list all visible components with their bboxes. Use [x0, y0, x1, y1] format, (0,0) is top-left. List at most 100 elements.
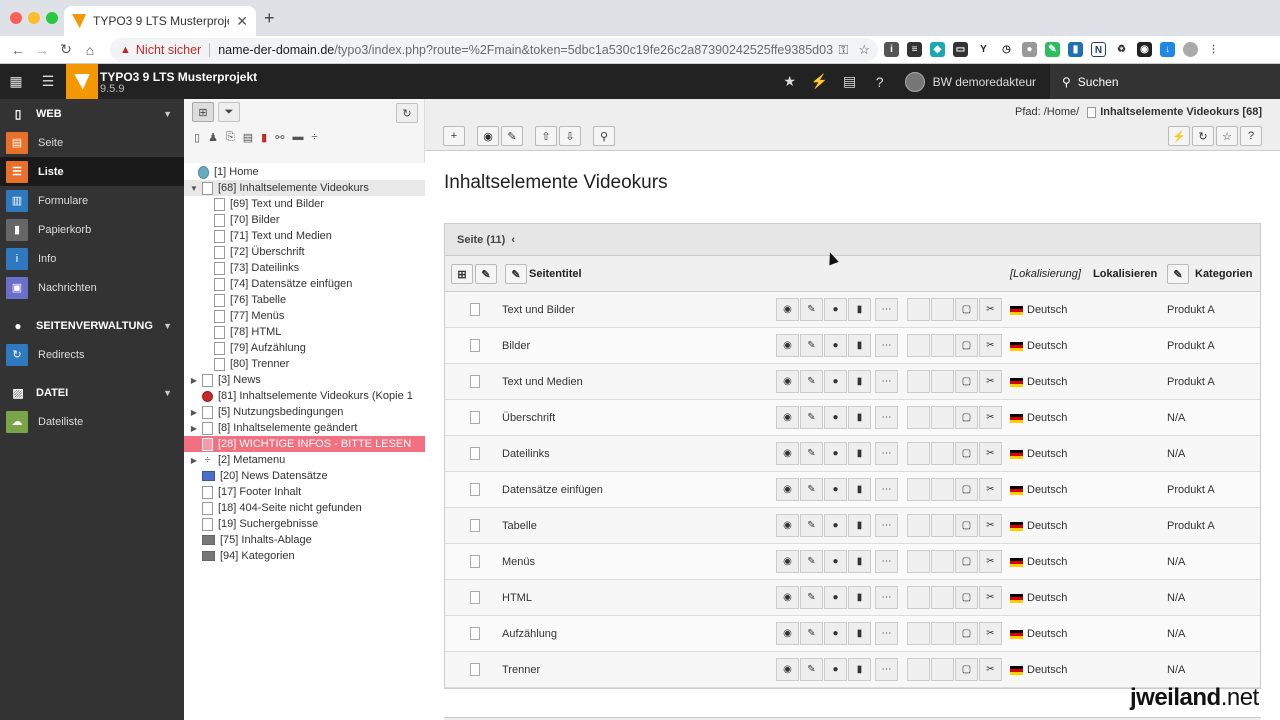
- cut-icon[interactable]: ✂: [979, 586, 1002, 609]
- clipboard-icon[interactable]: ▢: [955, 622, 978, 645]
- sep-page-icon[interactable]: ÷: [202, 454, 213, 467]
- tree-node[interactable]: [69] Text und Bilder: [184, 196, 425, 212]
- edit-icon[interactable]: ✎: [800, 298, 823, 321]
- view-icon[interactable]: ◉: [776, 334, 799, 357]
- edit-icon[interactable]: ✎: [800, 478, 823, 501]
- module-group-web[interactable]: ▯ WEB ▼: [0, 99, 184, 128]
- user-menu[interactable]: BW demoredakteur: [895, 71, 1050, 92]
- tree-node[interactable]: [71] Text und Medien: [184, 228, 425, 244]
- module-item-seite[interactable]: ▤ Seite: [0, 128, 184, 157]
- n-extension-icon[interactable]: N: [1091, 42, 1106, 57]
- tree-node[interactable]: [80] Trenner: [184, 356, 425, 372]
- tree-toggle-icon[interactable]: ☰: [32, 64, 64, 99]
- layers-extension-icon[interactable]: ≡: [907, 42, 922, 57]
- edit-icon[interactable]: ✎: [800, 514, 823, 537]
- view-page-icon[interactable]: ◉: [477, 126, 499, 146]
- delete-icon[interactable]: ▮: [848, 514, 871, 537]
- more-icon[interactable]: ⋯: [875, 658, 898, 681]
- tree-node[interactable]: ▶ [8] Inhaltselemente geändert: [184, 420, 425, 436]
- page-page-icon[interactable]: [202, 373, 213, 387]
- content-element-icon[interactable]: [470, 663, 480, 676]
- page-page-icon[interactable]: [214, 277, 225, 291]
- tree-node-label[interactable]: [3] News: [218, 374, 261, 386]
- camera-extension-icon[interactable]: ◉: [1137, 42, 1152, 57]
- page-page-icon[interactable]: [214, 325, 225, 339]
- content-element-icon[interactable]: [470, 483, 480, 496]
- evernote-extension-icon[interactable]: ✎: [1045, 42, 1060, 57]
- page-page-icon[interactable]: [202, 421, 213, 435]
- cut-icon[interactable]: ✂: [979, 442, 1002, 465]
- minimize-window-button[interactable]: [28, 12, 40, 24]
- link-page-icon[interactable]: ⚯: [275, 131, 284, 144]
- tree-node-label[interactable]: [2] Metamenu: [218, 454, 285, 466]
- delete-icon[interactable]: ▮: [848, 586, 871, 609]
- new-record-icon[interactable]: ⊞: [451, 264, 473, 284]
- trello-extension-icon[interactable]: ▮: [1068, 42, 1083, 57]
- more-icon[interactable]: ⋯: [875, 370, 898, 393]
- delete-icon[interactable]: ▮: [848, 406, 871, 429]
- close-window-button[interactable]: [10, 12, 22, 24]
- page-page-icon[interactable]: [202, 437, 213, 451]
- page-page-icon[interactable]: [214, 357, 225, 371]
- expand-arrow-icon[interactable]: ▶: [188, 408, 200, 417]
- page-page-icon[interactable]: [214, 261, 225, 275]
- content-element-icon[interactable]: [470, 627, 480, 640]
- clipboard-icon[interactable]: ▢: [955, 550, 978, 573]
- tree-node[interactable]: [74] Datensätze einfügen: [184, 276, 425, 292]
- page-page-icon[interactable]: [214, 229, 225, 243]
- clipboard-icon[interactable]: ▢: [955, 514, 978, 537]
- tree-node[interactable]: [76] Tabelle: [184, 292, 425, 308]
- maximize-window-button[interactable]: [46, 12, 58, 24]
- delete-icon[interactable]: ▮: [848, 442, 871, 465]
- more-icon[interactable]: ⋯: [875, 406, 898, 429]
- tree-node-label[interactable]: [75] Inhalts-Ablage: [220, 534, 312, 546]
- edit-icon[interactable]: ✎: [800, 334, 823, 357]
- edit-icon[interactable]: ✎: [800, 370, 823, 393]
- delete-icon[interactable]: ▮: [848, 658, 871, 681]
- clear-cache-icon[interactable]: ⚡: [1168, 126, 1190, 146]
- page-page-icon[interactable]: [202, 405, 213, 419]
- clipboard-icon[interactable]: ▢: [955, 586, 978, 609]
- tree-node-label[interactable]: [1] Home: [214, 166, 259, 178]
- module-group-site[interactable]: ● SEITENVERWALTUNG ▼: [0, 311, 184, 340]
- content-element-icon[interactable]: [470, 375, 480, 388]
- tree-node-label[interactable]: [94] Kategorien: [220, 550, 295, 562]
- shortcut-page-icon[interactable]: ⎘: [226, 131, 235, 144]
- key-icon[interactable]: ⚿: [838, 42, 848, 58]
- tree-node-label[interactable]: [80] Trenner: [230, 358, 289, 370]
- tree-node-label[interactable]: [70] Bilder: [230, 214, 280, 226]
- more-icon[interactable]: ⋯: [875, 298, 898, 321]
- folder-page-icon[interactable]: [202, 535, 215, 545]
- cut-icon[interactable]: ✂: [979, 370, 1002, 393]
- new-page-drag-icon[interactable]: ⊞: [192, 102, 214, 122]
- tree-node[interactable]: [79] Aufzählung: [184, 340, 425, 356]
- bookmark-star-icon[interactable]: ☆: [858, 42, 870, 58]
- system-info-icon[interactable]: ▤: [835, 73, 865, 90]
- tree-node-label[interactable]: [72] Überschrift: [230, 246, 305, 258]
- edit-icon[interactable]: ✎: [800, 586, 823, 609]
- tree-node-label[interactable]: [68] Inhaltselemente Videokurs: [218, 182, 369, 194]
- tree-node-label[interactable]: [77] Menüs: [230, 310, 284, 322]
- tree-node[interactable]: [81] Inhaltselemente Videokurs (Kopie 1: [184, 388, 425, 404]
- gray-extension-icon[interactable]: ●: [1022, 42, 1037, 57]
- bookmark-star-icon[interactable]: ☆: [1216, 126, 1238, 146]
- cut-icon[interactable]: ✂: [979, 622, 1002, 645]
- edit-categories-icon[interactable]: ✎: [1167, 264, 1189, 284]
- view-icon[interactable]: ◉: [776, 514, 799, 537]
- toggle-visibility-icon[interactable]: ●: [824, 334, 847, 357]
- module-item-info[interactable]: i Info: [0, 244, 184, 273]
- new-record-icon[interactable]: +: [443, 126, 465, 146]
- delete-icon[interactable]: ▮: [848, 478, 871, 501]
- tree-node-label[interactable]: [78] HTML: [230, 326, 281, 338]
- diamond-extension-icon[interactable]: ◆: [930, 42, 945, 57]
- toggle-visibility-icon[interactable]: ●: [824, 622, 847, 645]
- close-tab-icon[interactable]: ✕: [236, 13, 248, 30]
- toggle-visibility-icon[interactable]: ●: [824, 298, 847, 321]
- delete-icon[interactable]: ▮: [848, 334, 871, 357]
- search-icon[interactable]: ⚲: [593, 126, 615, 146]
- folder-page-icon[interactable]: [202, 551, 215, 561]
- content-element-icon[interactable]: [470, 411, 480, 424]
- clipboard-icon[interactable]: ▢: [955, 478, 978, 501]
- cut-icon[interactable]: ✂: [979, 514, 1002, 537]
- more-icon[interactable]: ⋯: [875, 622, 898, 645]
